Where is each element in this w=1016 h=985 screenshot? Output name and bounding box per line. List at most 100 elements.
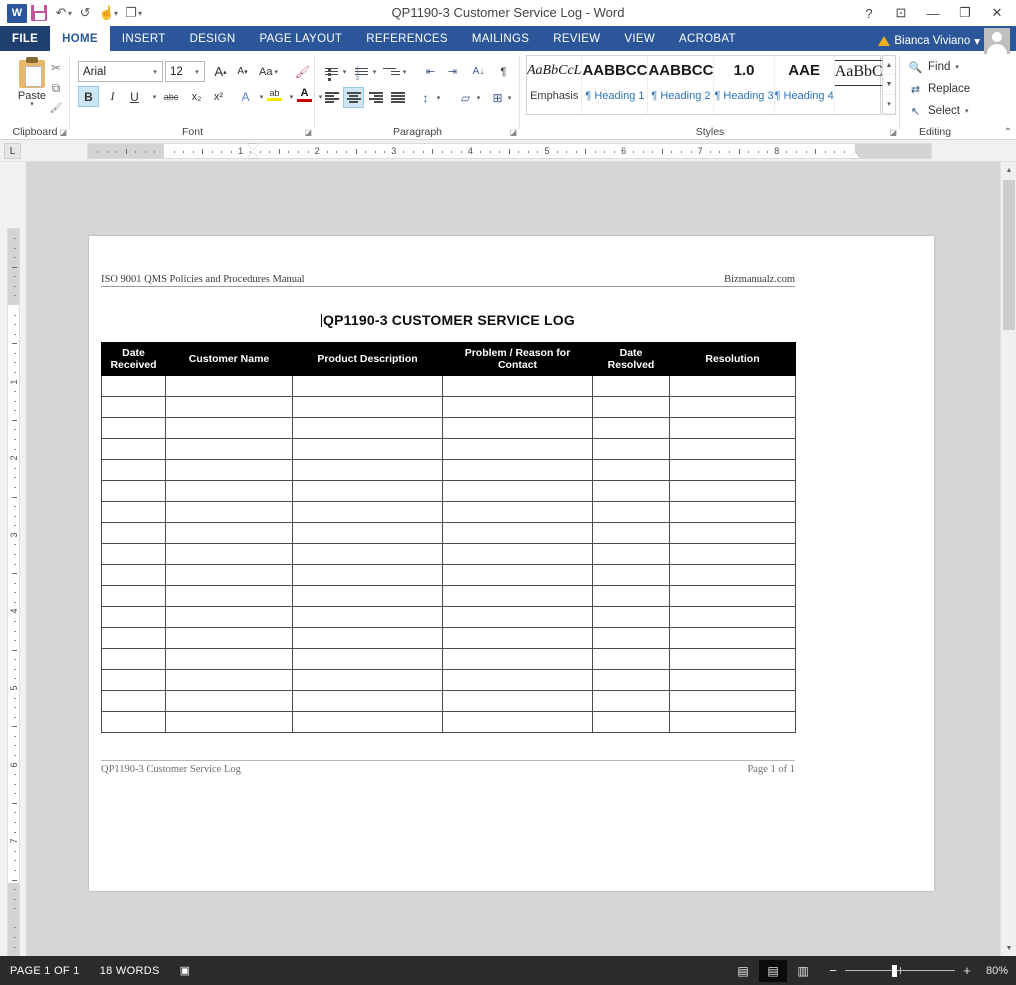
table-cell[interactable] bbox=[165, 648, 293, 670]
sort-icon[interactable]: A↓ bbox=[468, 61, 489, 82]
table-cell[interactable] bbox=[292, 480, 443, 502]
table-cell[interactable] bbox=[101, 606, 166, 628]
strikethrough-button[interactable]: abc bbox=[158, 86, 184, 107]
table-row[interactable] bbox=[101, 522, 796, 544]
table-cell[interactable] bbox=[592, 564, 670, 586]
table-cell[interactable] bbox=[669, 648, 796, 670]
table-cell[interactable] bbox=[669, 690, 796, 712]
copy-icon[interactable]: ⧉ bbox=[47, 79, 65, 97]
table-cell[interactable] bbox=[101, 711, 166, 733]
left-indent-marker[interactable] bbox=[248, 152, 258, 158]
table-cell[interactable] bbox=[292, 606, 443, 628]
zoom-slider[interactable] bbox=[845, 964, 955, 978]
table-cell[interactable] bbox=[292, 564, 443, 586]
table-cell[interactable] bbox=[101, 669, 166, 691]
table-row[interactable] bbox=[101, 627, 796, 649]
first-line-indent-marker[interactable] bbox=[248, 144, 258, 150]
font-name-chevron-down-icon[interactable]: ▾ bbox=[148, 68, 162, 76]
table-cell[interactable] bbox=[442, 438, 593, 460]
table-cell[interactable] bbox=[165, 627, 293, 649]
scroll-up-icon[interactable]: ▲ bbox=[1001, 162, 1016, 178]
status-page-info[interactable]: PAGE 1 OF 1 bbox=[0, 956, 90, 985]
table-cell[interactable] bbox=[292, 396, 443, 418]
table-cell[interactable] bbox=[101, 396, 166, 418]
table-cell[interactable] bbox=[292, 438, 443, 460]
table-cell[interactable] bbox=[165, 585, 293, 607]
tab-insert[interactable]: INSERT bbox=[109, 26, 178, 51]
table-cell[interactable] bbox=[292, 522, 443, 544]
table-row[interactable] bbox=[101, 543, 796, 565]
table-row[interactable] bbox=[101, 438, 796, 460]
shading-dropdown-icon[interactable]: ▾ bbox=[474, 87, 483, 108]
bullets-dropdown-icon[interactable]: ▾ bbox=[340, 61, 349, 82]
table-cell[interactable] bbox=[669, 669, 796, 691]
table-cell[interactable] bbox=[592, 480, 670, 502]
justify-icon[interactable] bbox=[387, 87, 408, 108]
table-cell[interactable] bbox=[165, 396, 293, 418]
style-heading-3[interactable]: 1.0 ¶ Heading 3 bbox=[714, 56, 775, 114]
table-cell[interactable] bbox=[165, 438, 293, 460]
tab-home[interactable]: HOME bbox=[50, 26, 110, 51]
table-cell[interactable] bbox=[592, 417, 670, 439]
table-cell[interactable] bbox=[292, 543, 443, 565]
table-cell[interactable] bbox=[669, 522, 796, 544]
table-cell[interactable] bbox=[165, 501, 293, 523]
scroll-down-icon[interactable]: ▼ bbox=[1001, 940, 1016, 956]
table-cell[interactable] bbox=[592, 606, 670, 628]
select-button[interactable]: ↖ Select ▾ bbox=[908, 101, 969, 121]
table-cell[interactable] bbox=[592, 690, 670, 712]
tab-references[interactable]: REFERENCES bbox=[354, 26, 460, 51]
table-cell[interactable] bbox=[165, 522, 293, 544]
clear-formatting-icon[interactable]: 🖌 bbox=[292, 61, 313, 82]
bullets-icon[interactable] bbox=[321, 61, 342, 82]
table-cell[interactable] bbox=[442, 417, 593, 439]
style-heading-4[interactable]: AAE ¶ Heading 4 bbox=[775, 56, 835, 114]
table-cell[interactable] bbox=[592, 669, 670, 691]
table-cell[interactable] bbox=[442, 585, 593, 607]
table-cell[interactable] bbox=[442, 606, 593, 628]
tab-review[interactable]: REVIEW bbox=[541, 26, 613, 51]
line-spacing-dropdown-icon[interactable]: ▾ bbox=[434, 87, 443, 108]
style-heading-2[interactable]: AABBCC ¶ Heading 2 bbox=[648, 56, 715, 114]
table-cell[interactable] bbox=[292, 690, 443, 712]
vertical-ruler-bar[interactable]: 1 2 3 4 5 6 7 bbox=[7, 228, 20, 958]
select-dropdown-icon[interactable]: ▾ bbox=[965, 107, 969, 115]
borders-dropdown-icon[interactable]: ▾ bbox=[505, 87, 514, 108]
table-cell[interactable] bbox=[165, 480, 293, 502]
multilevel-dropdown-icon[interactable]: ▾ bbox=[400, 61, 409, 82]
decrease-indent-icon[interactable]: ⇤ bbox=[420, 61, 441, 82]
table-cell[interactable] bbox=[592, 711, 670, 733]
proofing-icon[interactable]: ▣ bbox=[170, 956, 201, 985]
table-cell[interactable] bbox=[165, 606, 293, 628]
table-row[interactable] bbox=[101, 417, 796, 439]
increase-indent-icon[interactable]: ⇥ bbox=[442, 61, 463, 82]
tab-file[interactable]: FILE bbox=[0, 26, 51, 51]
styles-scroll-buttons[interactable]: ▲ ▼ ▾ bbox=[882, 55, 896, 115]
styles-scroll-up-icon[interactable]: ▲ bbox=[883, 56, 895, 75]
table-cell[interactable] bbox=[669, 585, 796, 607]
right-indent-marker[interactable] bbox=[850, 152, 860, 158]
scrollbar-thumb[interactable] bbox=[1003, 180, 1015, 330]
tab-page-layout[interactable]: PAGE LAYOUT bbox=[247, 26, 355, 51]
table-cell[interactable] bbox=[292, 501, 443, 523]
table-row[interactable] bbox=[101, 585, 796, 607]
table-cell[interactable] bbox=[592, 438, 670, 460]
font-size-combobox[interactable]: 12 ▾ bbox=[165, 61, 205, 82]
table-cell[interactable] bbox=[292, 459, 443, 481]
style-title[interactable]: AaBbC bbox=[834, 56, 883, 114]
table-cell[interactable] bbox=[165, 690, 293, 712]
table-cell[interactable] bbox=[669, 564, 796, 586]
font-name-combobox[interactable]: Arial ▾ bbox=[78, 61, 163, 82]
table-cell[interactable] bbox=[592, 459, 670, 481]
table-cell[interactable] bbox=[592, 396, 670, 418]
table-row[interactable] bbox=[101, 711, 796, 733]
table-cell[interactable] bbox=[442, 396, 593, 418]
table-cell[interactable] bbox=[442, 627, 593, 649]
account-area[interactable]: Bianca Viviano ▾ bbox=[878, 28, 1010, 54]
document-canvas[interactable]: ISO 9001 QMS Policies and Procedures Man… bbox=[26, 162, 1016, 956]
table-cell[interactable] bbox=[101, 564, 166, 586]
table-cell[interactable] bbox=[292, 627, 443, 649]
tab-mailings[interactable]: MAILINGS bbox=[459, 26, 542, 51]
table-cell[interactable] bbox=[669, 459, 796, 481]
table-cell[interactable] bbox=[669, 711, 796, 733]
